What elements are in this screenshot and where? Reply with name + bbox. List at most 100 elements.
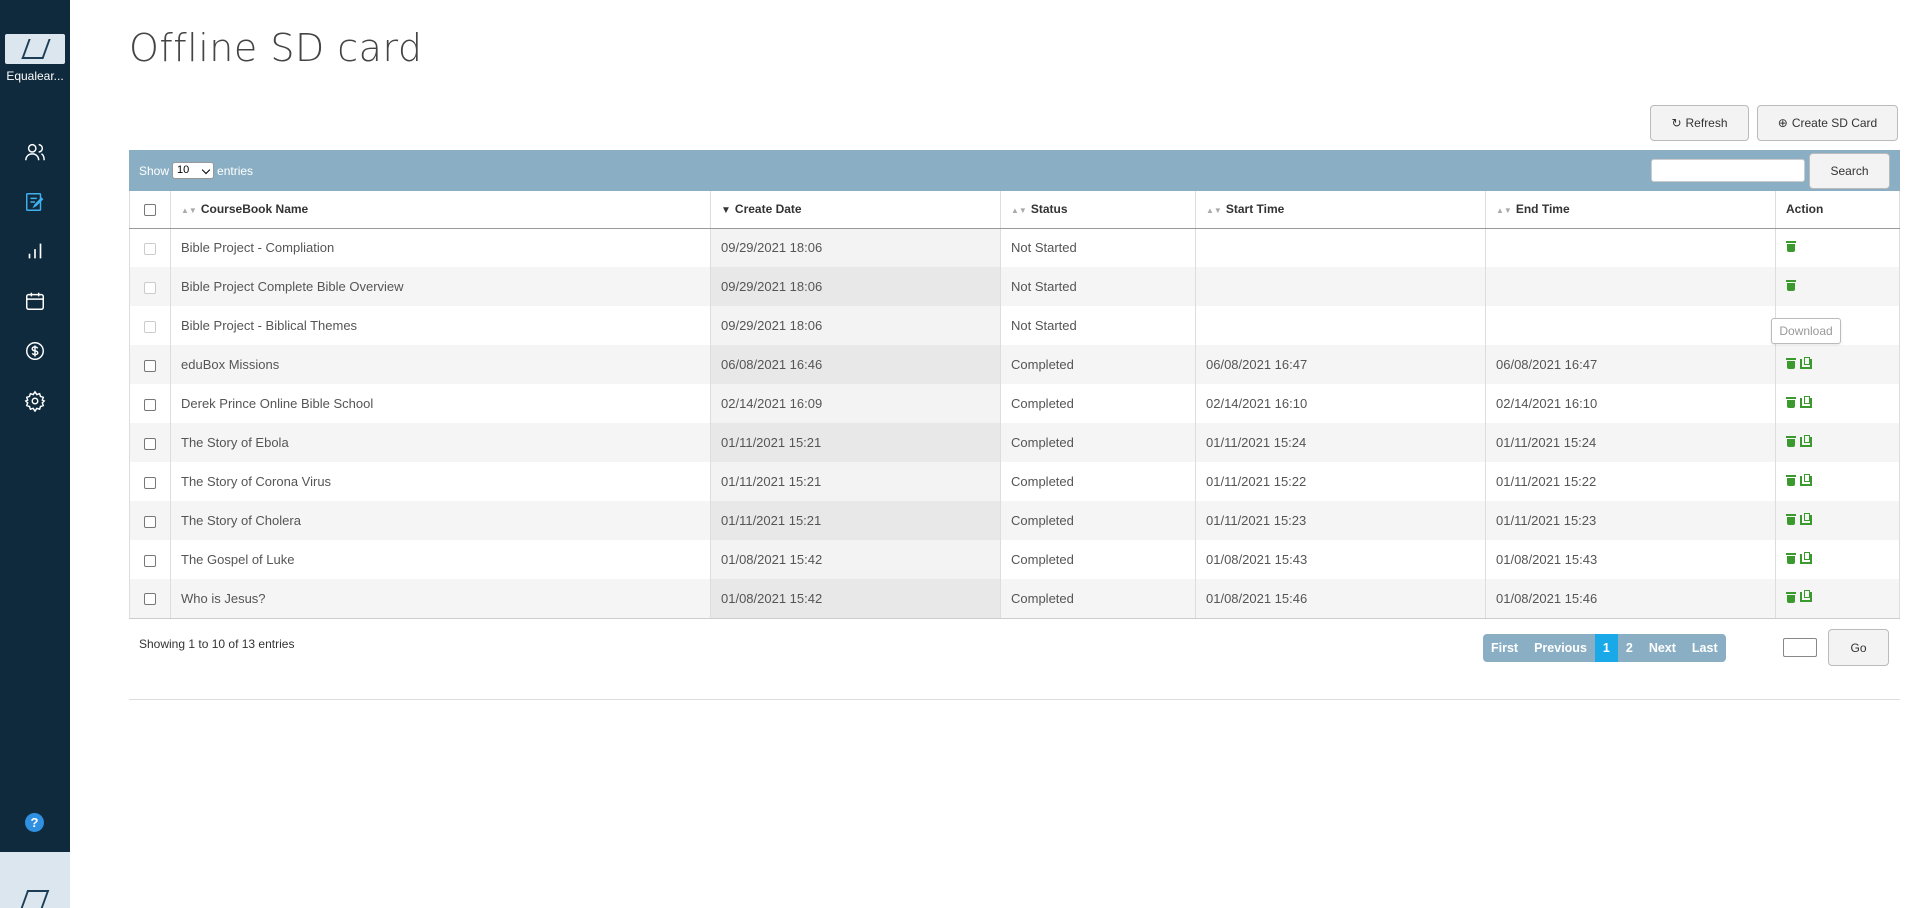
sort-icon: ▲▼ xyxy=(1496,206,1512,216)
end-time: 06/08/2021 16:47 xyxy=(1485,345,1776,384)
plus-circle-icon: ⊕ xyxy=(1777,116,1788,130)
start-time xyxy=(1195,267,1486,306)
download-icon[interactable] xyxy=(1800,395,1812,408)
row-checkbox[interactable] xyxy=(144,593,156,606)
row-checkbox[interactable] xyxy=(144,515,156,528)
status: Completed xyxy=(1000,540,1196,579)
create-date: 01/11/2021 15:21 xyxy=(710,423,1001,462)
download-icon[interactable] xyxy=(1800,356,1812,369)
download-icon[interactable] xyxy=(1800,590,1812,603)
start-time xyxy=(1195,228,1486,267)
column-header-end-time[interactable]: ▲▼ End Time xyxy=(1485,191,1776,229)
page-2[interactable]: 2 xyxy=(1618,634,1641,662)
divider xyxy=(129,699,1900,700)
page-last[interactable]: Last xyxy=(1684,634,1726,662)
column-header-create-date[interactable]: ▼ Create Date xyxy=(710,191,1001,229)
refresh-button[interactable]: ↻ Refresh xyxy=(1650,105,1749,141)
row-checkbox[interactable] xyxy=(144,554,156,567)
trash-icon[interactable] xyxy=(1786,591,1796,603)
end-time: 01/11/2021 15:22 xyxy=(1485,462,1776,501)
end-time xyxy=(1485,267,1776,306)
table-info: Showing 1 to 10 of 13 entries xyxy=(139,637,295,651)
row-checkbox-cell xyxy=(129,345,171,384)
start-time: 01/11/2021 15:24 xyxy=(1195,423,1486,462)
trash-icon[interactable] xyxy=(1786,241,1796,253)
create-date: 01/08/2021 15:42 xyxy=(710,579,1001,619)
page-next[interactable]: Next xyxy=(1641,634,1684,662)
gear-icon[interactable] xyxy=(22,388,48,414)
trash-icon[interactable] xyxy=(1786,436,1796,447)
coursebook-name: Bible Project - Biblical Themes xyxy=(170,306,711,345)
create-date: 09/29/2021 18:06 xyxy=(710,228,1001,267)
entries-select[interactable]: 10 xyxy=(172,162,215,179)
end-time: 01/08/2021 15:46 xyxy=(1485,579,1776,619)
download-icon[interactable] xyxy=(1800,512,1812,525)
bottom-logo[interactable] xyxy=(0,852,70,908)
coursebook-name: Bible Project - Compliation xyxy=(170,228,711,267)
table-row: Bible Project Complete Bible Overview 09/… xyxy=(129,267,1900,306)
page-first[interactable]: First xyxy=(1483,634,1526,662)
create-label: Create SD Card xyxy=(1791,116,1878,130)
trash-icon[interactable] xyxy=(1786,280,1796,291)
row-checkbox[interactable] xyxy=(144,359,156,372)
table-row: Who is Jesus? 01/08/2021 15:42 Completed 01… xyxy=(129,579,1900,619)
coursebook-name: Derek Prince Online Bible School xyxy=(170,384,711,423)
start-time xyxy=(1195,306,1486,345)
row-checkbox-cell xyxy=(129,384,171,423)
create-sd-card-button[interactable]: ⊕ Create SD Card xyxy=(1757,105,1898,141)
row-checkbox[interactable] xyxy=(144,437,156,450)
search-input[interactable] xyxy=(1651,159,1805,182)
create-date: 09/29/2021 18:06 xyxy=(710,267,1001,306)
bar-chart-icon[interactable] xyxy=(22,238,48,264)
download-icon[interactable] xyxy=(1800,551,1812,564)
download-icon[interactable] xyxy=(1800,473,1812,486)
row-checkbox[interactable] xyxy=(144,398,156,411)
page-previous[interactable]: Previous xyxy=(1526,634,1595,662)
row-checkbox[interactable] xyxy=(144,476,156,489)
end-time xyxy=(1485,306,1776,345)
page-1[interactable]: 1 xyxy=(1594,634,1618,662)
coursebook-name: eduBox Missions xyxy=(170,345,711,384)
row-checkbox-cell xyxy=(129,306,171,345)
end-time xyxy=(1485,228,1776,267)
row-actions xyxy=(1775,267,1900,306)
column-header-name[interactable]: ▲▼ CourseBook Name xyxy=(170,191,711,229)
help-icon[interactable]: ? xyxy=(25,813,44,832)
table-row: eduBox Missions 06/08/2021 16:46 Completed… xyxy=(129,345,1900,384)
row-actions xyxy=(1775,579,1900,619)
sort-icon: ▲▼ xyxy=(181,206,197,216)
row-actions xyxy=(1775,423,1900,462)
search-button[interactable]: Search xyxy=(1809,153,1890,189)
go-button[interactable]: Go xyxy=(1828,629,1889,666)
start-time: 06/08/2021 16:47 xyxy=(1195,345,1486,384)
table-row: The Story of Corona Virus 01/11/2021 15:2… xyxy=(129,462,1900,501)
status: Completed xyxy=(1000,579,1196,619)
page-title: Offline SD card xyxy=(129,26,423,70)
row-checkbox[interactable] xyxy=(144,242,156,255)
users-icon[interactable] xyxy=(22,139,48,165)
trash-icon[interactable] xyxy=(1786,553,1796,564)
dollar-icon[interactable] xyxy=(22,338,48,364)
download-icon[interactable] xyxy=(1800,434,1812,447)
calendar-icon[interactable] xyxy=(22,288,48,314)
trash-icon[interactable] xyxy=(1786,358,1796,369)
sidebar: Equalear... ? xyxy=(0,0,70,908)
select-all-checkbox[interactable] xyxy=(144,204,156,217)
row-checkbox[interactable] xyxy=(144,281,156,294)
org-logo[interactable] xyxy=(5,34,65,64)
goto-page-input[interactable] xyxy=(1783,638,1817,657)
row-checkbox[interactable] xyxy=(144,320,156,333)
download-tooltip: Download xyxy=(1771,318,1841,344)
column-header-status[interactable]: ▲▼ Status xyxy=(1000,191,1196,229)
start-time: 01/08/2021 15:46 xyxy=(1195,579,1486,619)
trash-icon[interactable] xyxy=(1786,514,1796,525)
end-time: 01/11/2021 15:23 xyxy=(1485,501,1776,540)
status: Completed xyxy=(1000,423,1196,462)
trash-icon[interactable] xyxy=(1786,475,1796,486)
column-header-start-time[interactable]: ▲▼ Start Time xyxy=(1195,191,1486,229)
org-name: Equalear... xyxy=(6,69,64,83)
coursebook-name: The Story of Ebola xyxy=(170,423,711,462)
trash-icon[interactable] xyxy=(1786,397,1796,408)
edit-icon[interactable] xyxy=(22,189,48,215)
row-checkbox-cell xyxy=(129,462,171,501)
